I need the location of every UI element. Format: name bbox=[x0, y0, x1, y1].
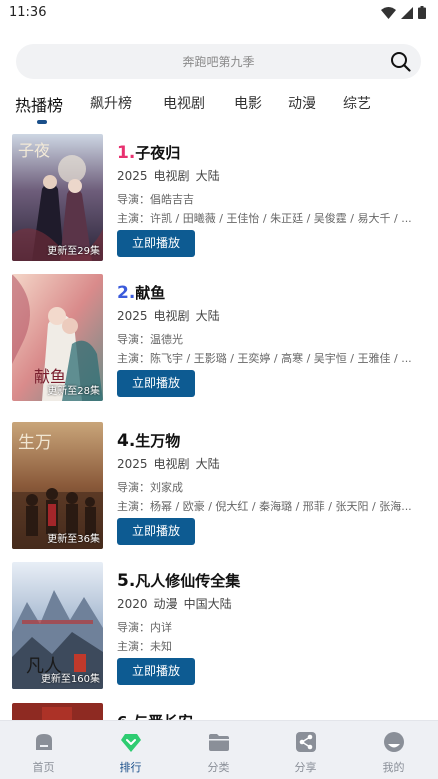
poster-image[interactable]: 生万 更新至36集 bbox=[12, 422, 103, 549]
tab-variety[interactable]: 综艺 bbox=[343, 93, 371, 113]
cast-text: 主演：许凯 / 田曦薇 / 王佳怡 / 朱正廷 / 吴俊霆 / 易大千 / ..… bbox=[117, 212, 412, 225]
poster-image[interactable]: 凡人 更新至160集 bbox=[12, 562, 103, 689]
cast-text: 主演：未知 bbox=[117, 640, 172, 653]
nav-label: 我的 bbox=[382, 761, 405, 774]
search-placeholder: 奔跑吧第九季 bbox=[182, 55, 255, 69]
poster-image[interactable]: 子夜 更新至29集 bbox=[12, 134, 103, 261]
nav-category[interactable]: 分类 bbox=[175, 721, 262, 779]
search-icon[interactable] bbox=[390, 51, 411, 72]
category-text: 动漫 bbox=[153, 597, 178, 611]
cast-text: 主演：陈飞宇 / 王影璐 / 王奕婷 / 高寒 / 吴宇恒 / 王雅佳 / ..… bbox=[117, 352, 412, 365]
item-meta: 2025 电视剧 大陆 bbox=[117, 455, 226, 472]
play-button[interactable]: 立即播放 bbox=[117, 518, 195, 545]
tab-anime[interactable]: 动漫 bbox=[288, 93, 316, 113]
episode-badge: 更新至160集 bbox=[40, 674, 100, 685]
tab-indicator bbox=[37, 120, 47, 124]
nav-home[interactable]: 首页 bbox=[0, 721, 87, 779]
play-button[interactable]: 立即播放 bbox=[117, 230, 195, 257]
play-button[interactable]: 立即播放 bbox=[117, 658, 195, 685]
item-title[interactable]: 4.生万物 bbox=[117, 430, 180, 451]
nav-label: 分类 bbox=[207, 761, 230, 774]
cast-text: 主演：杨幂 / 欧豪 / 倪大红 / 秦海璐 / 邢菲 / 张天阳 / 张海..… bbox=[117, 500, 412, 513]
battery-icon bbox=[418, 6, 426, 19]
year-text: 2025 bbox=[117, 457, 148, 471]
title-text: 凡人修仙传全集 bbox=[135, 572, 241, 590]
status-bar: 11:36 bbox=[0, 0, 438, 26]
category-text: 电视剧 bbox=[153, 309, 190, 323]
list-item[interactable]: 生万 更新至36集 4.生万物 2025 电视剧 大陆 导演：刘家成 主演：杨幂 /… bbox=[12, 422, 432, 550]
region-text: 大陆 bbox=[195, 309, 220, 323]
tab-hot[interactable]: 热播榜 bbox=[15, 92, 63, 116]
year-text: 2025 bbox=[117, 309, 148, 323]
search-bar[interactable]: 奔跑吧第九季 bbox=[16, 44, 421, 79]
region-text: 中国大陆 bbox=[183, 597, 232, 611]
item-meta: 2020 动漫 中国大陆 bbox=[117, 595, 238, 612]
year-text: 2025 bbox=[117, 169, 148, 183]
director-text: 导演：温德光 bbox=[117, 333, 183, 346]
item-meta: 2025 电视剧 大陆 bbox=[117, 167, 226, 184]
tab-tv-series[interactable]: 电视剧 bbox=[163, 93, 205, 113]
svg-text:子夜: 子夜 bbox=[18, 141, 50, 160]
status-time: 11:36 bbox=[9, 5, 47, 20]
list-item[interactable]: 献鱼 更新至28集 2.献鱼 2025 电视剧 大陆 导演：温德光 主演：陈飞宇 /… bbox=[12, 274, 432, 402]
category-text: 电视剧 bbox=[153, 169, 190, 183]
title-text: 献鱼 bbox=[135, 284, 166, 302]
list-item[interactable]: 凡人 更新至160集 5.凡人修仙传全集 2020 动漫 中国大陆 导演：内详 主演… bbox=[12, 562, 432, 690]
list-item[interactable]: 子夜 更新至29集 1.子夜归 2025 电视剧 大陆 导演：倡皓吉吉 主演：许凯 … bbox=[12, 134, 432, 262]
item-title[interactable]: 5.凡人修仙传全集 bbox=[117, 570, 240, 591]
share-icon bbox=[296, 732, 316, 752]
signal-icon bbox=[401, 6, 413, 19]
rank-icon bbox=[121, 734, 141, 752]
category-tabs: 热播榜 飙升榜 电视剧 电影 动漫 综艺 bbox=[0, 90, 438, 128]
status-icons bbox=[381, 6, 426, 19]
nav-ranking[interactable]: 排行 bbox=[87, 721, 174, 779]
bottom-nav: 首页 排行 分类 分享 我的 bbox=[0, 720, 438, 779]
wifi-icon bbox=[381, 6, 396, 19]
rank-number: 4. bbox=[117, 431, 136, 451]
nav-label: 分享 bbox=[294, 761, 317, 774]
play-button[interactable]: 立即播放 bbox=[117, 370, 195, 397]
nav-profile[interactable]: 我的 bbox=[350, 721, 437, 779]
episode-badge: 更新至28集 bbox=[47, 386, 100, 397]
item-title[interactable]: 2.献鱼 bbox=[117, 282, 165, 303]
episode-badge: 更新至36集 bbox=[47, 534, 100, 545]
item-meta: 2025 电视剧 大陆 bbox=[117, 307, 226, 324]
region-text: 大陆 bbox=[195, 457, 220, 471]
profile-icon bbox=[384, 732, 404, 752]
episode-badge: 更新至29集 bbox=[47, 246, 100, 257]
tab-movies[interactable]: 电影 bbox=[234, 93, 262, 113]
rank-number: 1. bbox=[117, 143, 136, 163]
nav-label: 排行 bbox=[119, 761, 142, 774]
poster-image[interactable]: 献鱼 更新至28集 bbox=[12, 274, 103, 401]
rank-number: 5. bbox=[117, 571, 136, 591]
category-text: 电视剧 bbox=[153, 457, 190, 471]
director-text: 导演：内详 bbox=[117, 621, 172, 634]
rank-number: 2. bbox=[117, 283, 136, 303]
item-title[interactable]: 1.子夜归 bbox=[117, 142, 180, 163]
svg-text:生万: 生万 bbox=[18, 433, 52, 453]
director-text: 导演：倡皓吉吉 bbox=[117, 193, 194, 206]
tab-rising[interactable]: 飙升榜 bbox=[90, 93, 132, 113]
nav-label: 首页 bbox=[32, 761, 55, 774]
region-text: 大陆 bbox=[195, 169, 220, 183]
home-icon bbox=[36, 734, 52, 750]
title-text: 子夜归 bbox=[135, 144, 181, 162]
nav-share[interactable]: 分享 bbox=[262, 721, 349, 779]
director-text: 导演：刘家成 bbox=[117, 481, 183, 494]
folder-icon bbox=[209, 734, 229, 751]
title-text: 生万物 bbox=[135, 432, 181, 450]
year-text: 2020 bbox=[117, 597, 148, 611]
